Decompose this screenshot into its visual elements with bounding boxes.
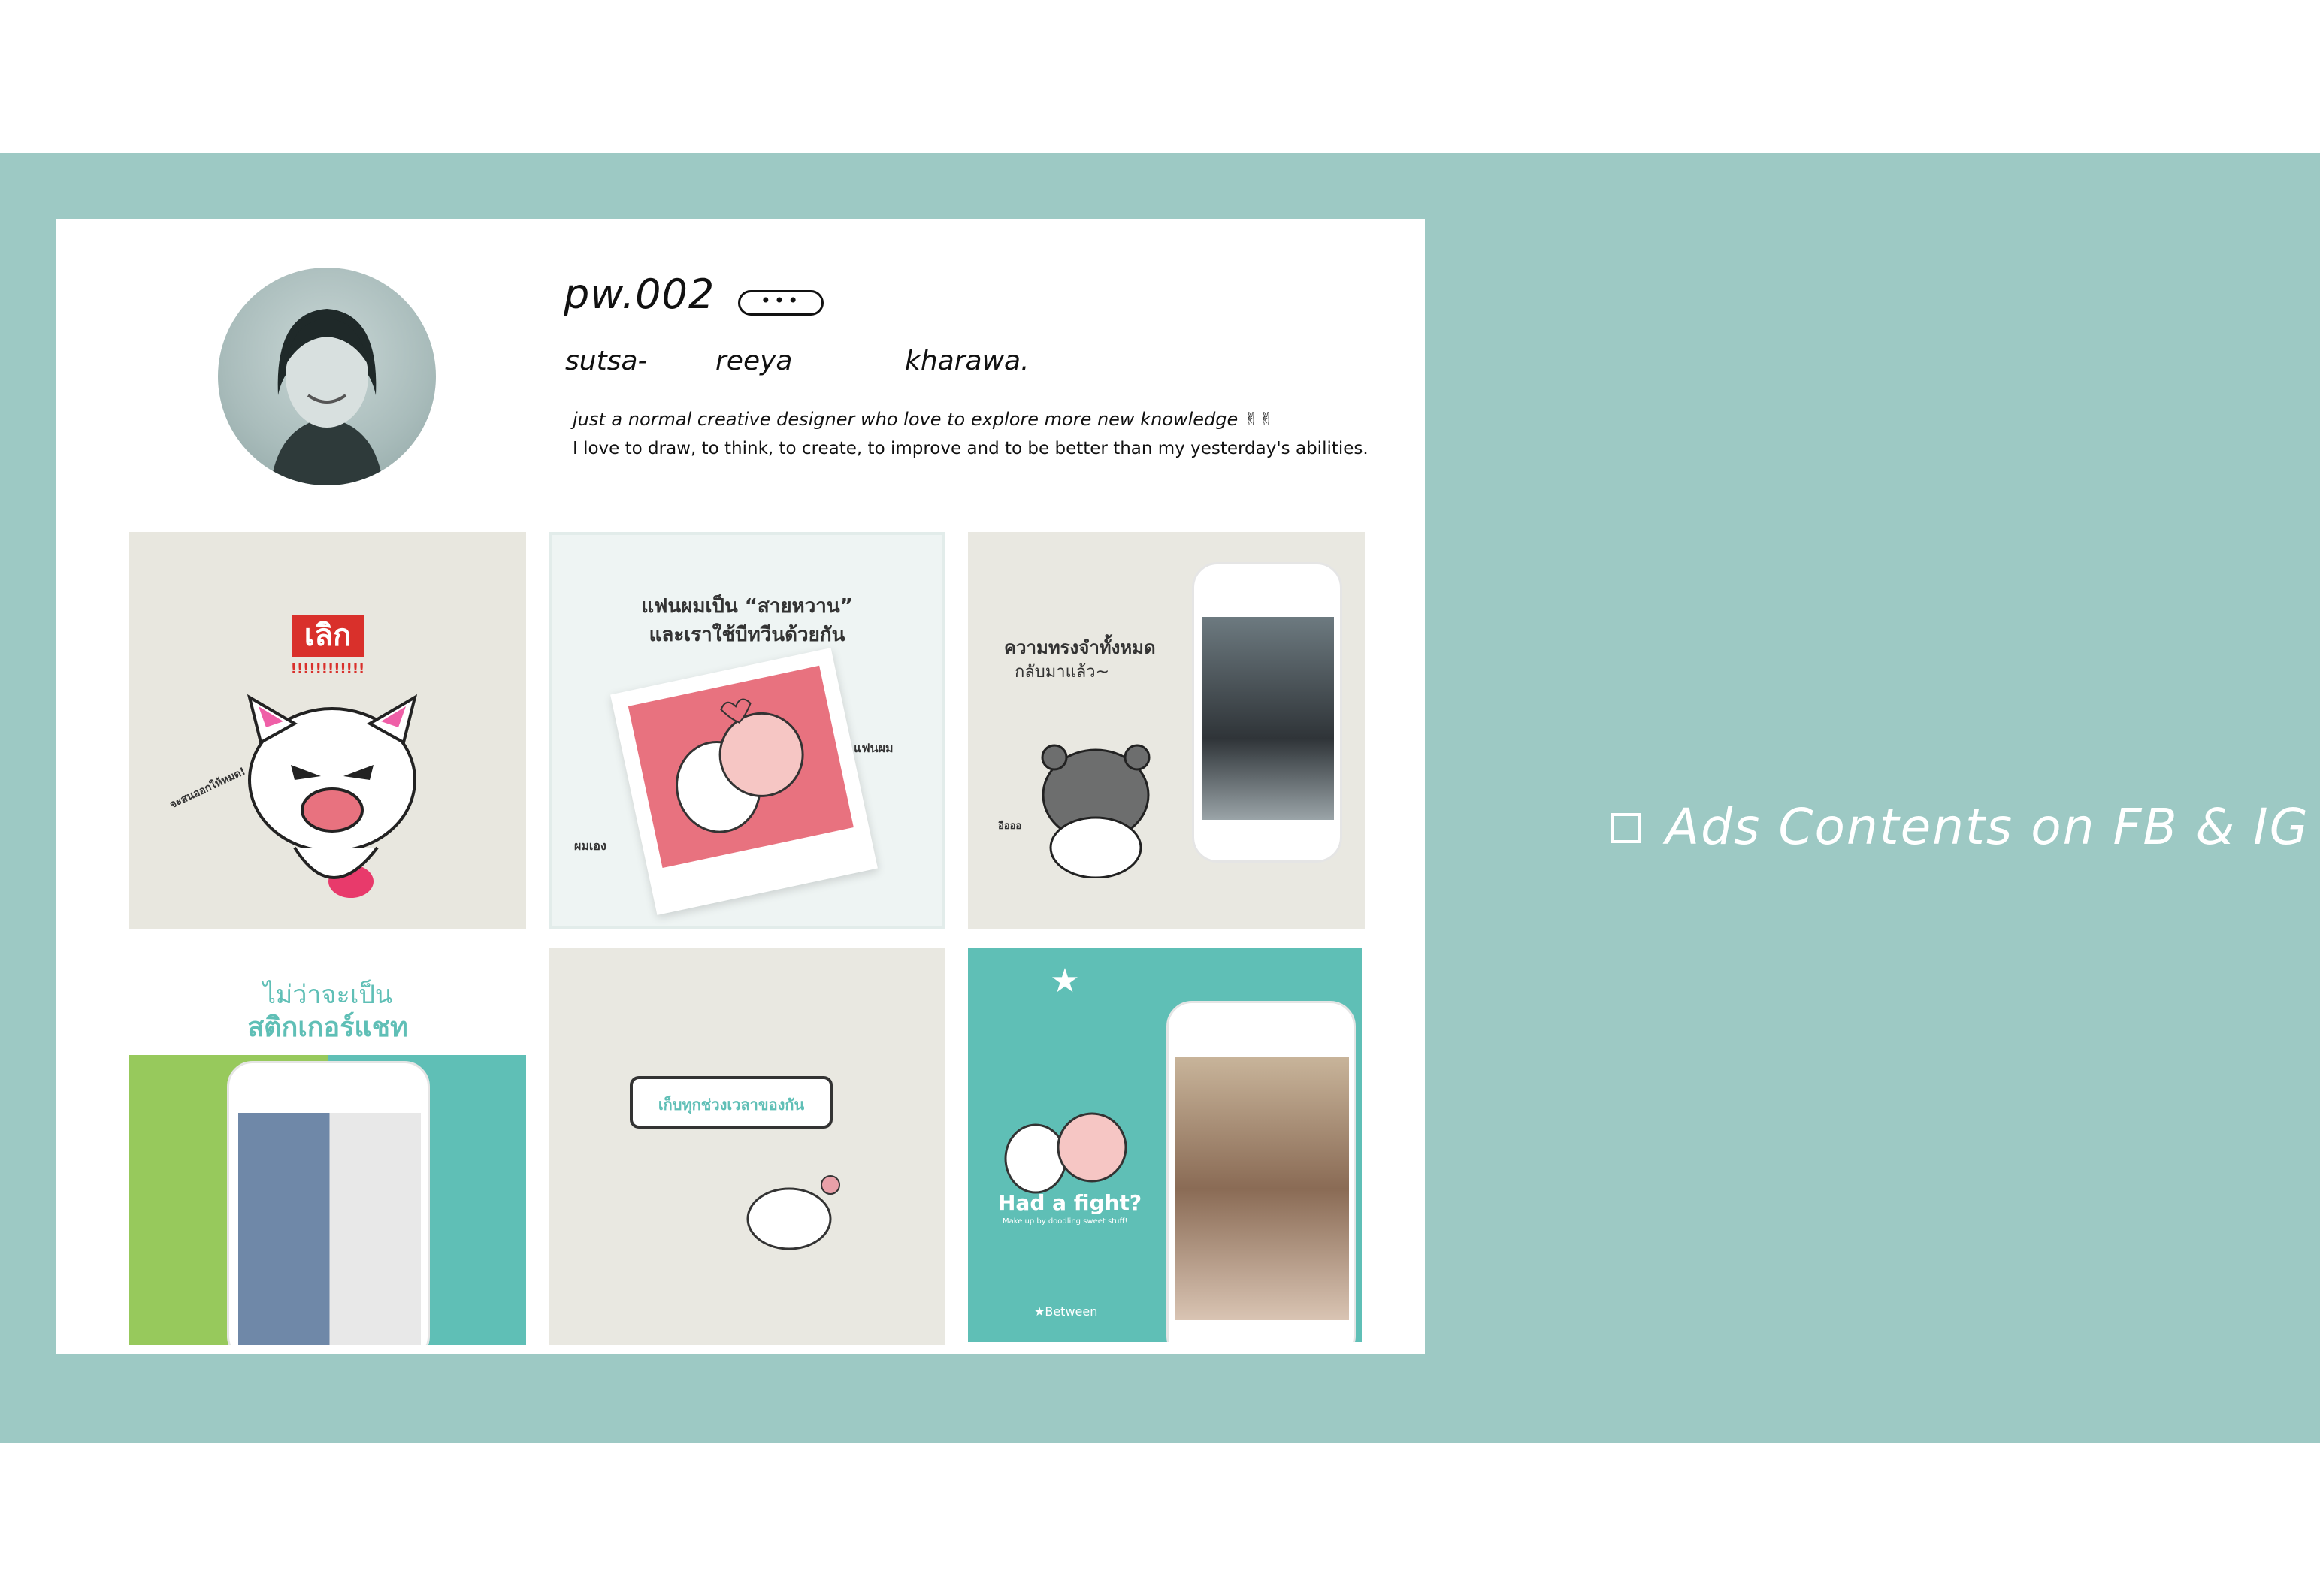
post-1-subtext: !!!!!!!!!!!! <box>290 661 365 677</box>
phone-6-screen <box>1175 1057 1349 1320</box>
name-part-middle: reeya <box>715 346 793 376</box>
post-1-sign: เลิก <box>292 615 364 657</box>
post-6-brand: ★Between <box>1034 1304 1098 1319</box>
post-2-label-left: ผมเอง <box>574 839 606 853</box>
bear-illustration <box>1041 744 1151 878</box>
caption-text: Ads Contents on FB & IG <box>1665 798 2309 856</box>
username: pw.002 <box>564 271 715 318</box>
phone-mockup-4 <box>227 1061 430 1345</box>
post-tile-4[interactable]: ไม่ว่าจะเป็น สติกเกอร์แชท <box>129 948 526 1345</box>
star-logo-icon: ★ <box>1050 962 1080 1000</box>
post-tile-1[interactable]: เลิก !!!!!!!!!!!! จะสนออกให้หมด! <box>129 532 526 929</box>
post-4-title-line-2: สติกเกอร์แชท <box>247 1012 408 1043</box>
post-tile-5[interactable]: เก็บทุกช่วงเวลาของกัน <box>549 948 945 1345</box>
avatar[interactable] <box>218 268 436 485</box>
post-6-headline: Had a fight? <box>998 1190 1142 1215</box>
speech-bubble: เก็บทุกช่วงเวลาของกัน <box>630 1076 833 1129</box>
post-2-title-line-1: แฟนผมเป็น “สายหวาน” <box>641 595 853 618</box>
post-2-title-line-2: และเราใช้บีทวีนด้วยกัน <box>649 624 845 646</box>
angry-cat-illustration <box>247 694 418 898</box>
post-tile-3[interactable]: ความทรงจำทั้งหมด กลับมาแล้ว~ อือออ <box>968 532 1365 929</box>
post-3-side-text: อือออ <box>998 821 1022 832</box>
phone-mockup-3 <box>1192 562 1342 863</box>
post-6-subline: Make up by doodling sweet stuff! <box>1003 1217 1128 1226</box>
polaroid-frame <box>610 648 878 915</box>
profile-card: pw.002 ••• sutsa- reeya kharawa. just a … <box>56 219 1425 1354</box>
post-tile-6[interactable]: ★ Had a fight? Make up by doodling sweet… <box>968 948 1362 1342</box>
name-part-first: sutsa- <box>565 346 648 376</box>
post-tile-2[interactable]: แฟนผมเป็น “สายหวาน” และเราใช้บีทวีนด้วยก… <box>549 532 945 929</box>
post-3-title-line-2: กลับมาแล้ว~ <box>1015 663 1110 682</box>
bio-line-2: I love to draw, to think, to create, to … <box>573 439 1369 458</box>
post-2-label-right: แฟนผม <box>854 741 894 755</box>
bio-line-1: just a normal creative designer who love… <box>573 409 1275 430</box>
speech-bubble-text: เก็บทุกช่วงเวลาของกัน <box>658 1096 805 1114</box>
seal-illustration <box>746 1175 840 1250</box>
phone-4-screen <box>238 1113 421 1345</box>
phone-3-screen <box>1202 617 1334 820</box>
more-options-button[interactable]: ••• <box>738 290 824 316</box>
name-part-last: kharawa. <box>905 346 1030 376</box>
phone-mockup-6 <box>1166 1001 1356 1342</box>
polaroid-photo <box>628 665 854 869</box>
caption-checkbox[interactable] <box>1611 813 1641 843</box>
